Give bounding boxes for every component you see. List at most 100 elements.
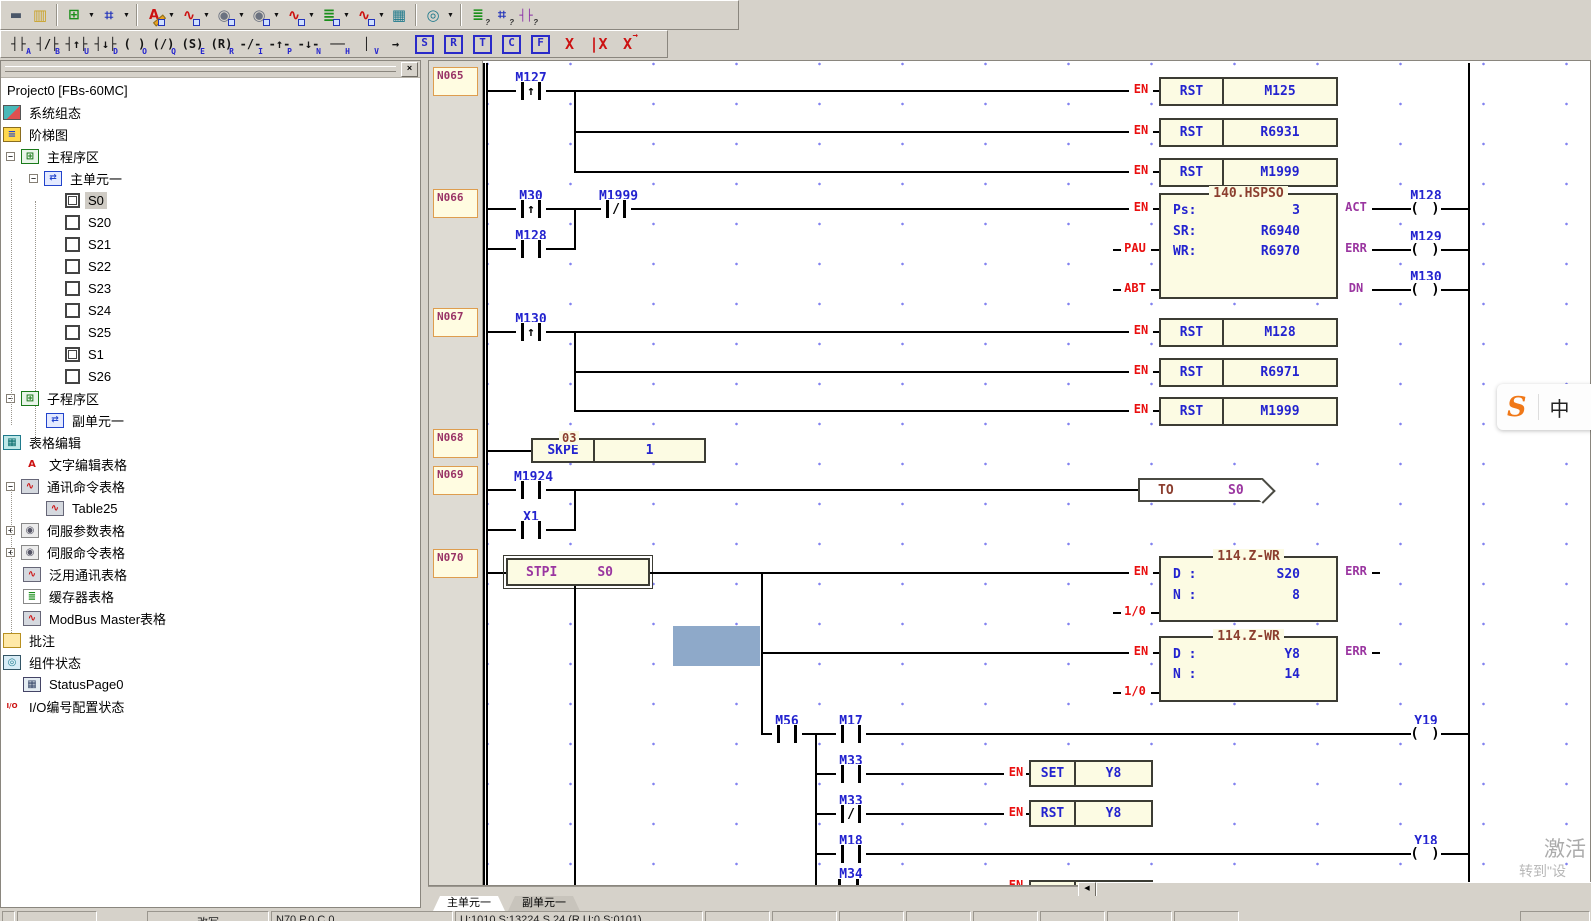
function-block-zwr-1[interactable]: 114.Z-WR D :S20 N :8: [1159, 556, 1338, 622]
tree-item-s24[interactable]: S24: [1, 299, 420, 321]
contact-falling-button[interactable]: ┤↓├D: [91, 32, 120, 56]
step-box-stpi-s0[interactable]: STPIS0: [506, 558, 650, 586]
relay-button[interactable]: R: [439, 32, 468, 56]
tree-item-table-edit[interactable]: 表格编辑: [1, 431, 420, 453]
contact-m56[interactable]: [772, 724, 802, 744]
contact-m33[interactable]: [836, 764, 866, 784]
rst-box-m1999[interactable]: RSTM1999: [1159, 397, 1338, 426]
tree-item-main-program[interactable]: −主程序区: [1, 145, 420, 167]
network-label-n069[interactable]: N069: [433, 466, 478, 495]
network-label-n065[interactable]: N065: [433, 67, 478, 96]
tree-item-generic-comm-table[interactable]: 泛用通讯表格: [1, 563, 420, 585]
invert-button[interactable]: -/-I: [236, 32, 265, 56]
contact-m1924[interactable]: [516, 480, 546, 500]
coil-button[interactable]: ( )O: [120, 32, 149, 56]
tree-item-s21[interactable]: S21: [1, 233, 420, 255]
contact-m34-partial[interactable]: [838, 879, 841, 886]
network-label-n066[interactable]: N066: [433, 189, 478, 218]
coil-y19[interactable]: ( ): [1411, 724, 1441, 744]
ime-badge[interactable]: S 中: [1497, 384, 1591, 430]
caret-down-icon[interactable]: ▼: [201, 4, 212, 26]
coil-y18[interactable]: ( ): [1411, 844, 1441, 864]
function-block-zwr-2[interactable]: 114.Z-WR D :Y8 N :14: [1159, 636, 1338, 702]
contact-m18[interactable]: [836, 844, 866, 864]
contact-m1999[interactable]: [601, 199, 631, 219]
generic-comm-table-icon[interactable]: [282, 3, 306, 27]
collapse-icon[interactable]: −: [29, 174, 38, 183]
coil-m128[interactable]: ( ): [1411, 199, 1441, 219]
coil-m130[interactable]: ( ): [1411, 280, 1441, 300]
rising-button[interactable]: -↑-P: [265, 32, 294, 56]
servo-param-table-icon[interactable]: [212, 3, 236, 27]
contact-m128[interactable]: [516, 239, 546, 259]
tree-item-s20[interactable]: S20: [1, 211, 420, 233]
contact-m127[interactable]: [516, 81, 546, 101]
contact-help-icon[interactable]: ?: [514, 3, 538, 27]
list-help-icon[interactable]: ?: [466, 3, 490, 27]
tree-item-component-status[interactable]: 组件状态: [1, 651, 420, 673]
text-edit-table-icon[interactable]: [142, 3, 166, 27]
caret-down-icon[interactable]: ▼: [166, 4, 177, 26]
tree-item-s1[interactable]: S1: [1, 343, 420, 365]
contact-m17[interactable]: [836, 724, 866, 744]
caret-down-icon[interactable]: ▼: [445, 4, 456, 26]
project-tree-icon[interactable]: [62, 3, 86, 27]
ladder-network-icon[interactable]: [97, 3, 121, 27]
component-status-icon[interactable]: [421, 3, 445, 27]
h-line-button[interactable]: ──H: [323, 32, 352, 56]
line-to-right-button[interactable]: →: [381, 32, 410, 56]
network-label-n068[interactable]: N068: [433, 429, 478, 458]
calc-table-icon[interactable]: [387, 3, 411, 27]
skpe-box[interactable]: SKPE1 03: [531, 438, 706, 463]
tab-main-unit[interactable]: 主单元一: [433, 896, 505, 911]
contact-nc-button[interactable]: ┤/├B: [33, 32, 62, 56]
tree-item-register-table[interactable]: 缓存器表格: [1, 585, 420, 607]
tree-item-modbus-master-table[interactable]: ModBus Master表格: [1, 607, 420, 629]
collapse-icon[interactable]: −: [6, 152, 15, 161]
rst-box-m1999[interactable]: RSTM1999: [1159, 158, 1338, 187]
delete-hline-button[interactable]: X→: [613, 32, 642, 56]
tree-item-system-config[interactable]: 系统组态: [1, 101, 420, 123]
coil-set-button[interactable]: (S)E: [178, 32, 207, 56]
coil-reset-button[interactable]: (R)R: [207, 32, 236, 56]
rst-box-r6971[interactable]: RSTR6971: [1159, 358, 1338, 387]
tree-item-s0[interactable]: S0: [1, 189, 420, 211]
contact-no-button[interactable]: ┤├A: [4, 32, 33, 56]
tree-item-servo-param-table[interactable]: +伺服参数表格: [1, 519, 420, 541]
comm-command-table-icon[interactable]: [177, 3, 201, 27]
delete-element-button[interactable]: X: [555, 32, 584, 56]
tree-item-main-unit[interactable]: −主单元一: [1, 167, 420, 189]
caret-down-icon[interactable]: ▼: [341, 4, 352, 26]
tree-item-s25[interactable]: S25: [1, 321, 420, 343]
falling-button[interactable]: -↓-N: [294, 32, 323, 56]
v-line-button[interactable]: │V: [352, 32, 381, 56]
panel-grip[interactable]: [5, 66, 396, 72]
docs-book-icon[interactable]: [28, 3, 52, 27]
rst-box-m128[interactable]: RSTM128: [1159, 318, 1338, 347]
delete-vline-button[interactable]: |X: [584, 32, 613, 56]
jump-to-s0[interactable]: TO S0: [1138, 478, 1263, 502]
tree-item-sub-program[interactable]: −子程序区: [1, 387, 420, 409]
servo-command-table-icon[interactable]: [247, 3, 271, 27]
tree-item-annotation[interactable]: 批注: [1, 629, 420, 651]
caret-down-icon[interactable]: ▼: [376, 4, 387, 26]
ladder-editor[interactable]: N065 N066 N067 N068 N069 N070 M127 EN EN…: [428, 60, 1591, 886]
function-block-hspso[interactable]: 140.HSPSO Ps:3 SR:R6940 WR:R6970: [1159, 193, 1338, 299]
register-table-icon[interactable]: [317, 3, 341, 27]
step-button[interactable]: S: [410, 32, 439, 56]
timer-button[interactable]: T: [468, 32, 497, 56]
rst-box-m125[interactable]: RSTM125: [1159, 77, 1338, 106]
contact-rising-button[interactable]: ┤↑├U: [62, 32, 91, 56]
counter-button[interactable]: C: [497, 32, 526, 56]
tree-item-statuspage0[interactable]: StatusPage0: [1, 673, 420, 695]
contact-m30[interactable]: [516, 199, 546, 219]
modbus-master-table-icon[interactable]: [352, 3, 376, 27]
tree-item-comm-command-table[interactable]: −通讯命令表格: [1, 475, 420, 497]
set-box-y8[interactable]: SETY8: [1029, 760, 1153, 787]
contact-m130[interactable]: [516, 322, 546, 342]
selection-cursor[interactable]: [673, 626, 760, 666]
tab-sub-unit[interactable]: 副单元一: [508, 896, 580, 911]
caret-down-icon[interactable]: ▼: [306, 4, 317, 26]
tree-item-servo-command-table[interactable]: +伺服命令表格: [1, 541, 420, 563]
caret-down-icon[interactable]: ▼: [121, 4, 132, 26]
